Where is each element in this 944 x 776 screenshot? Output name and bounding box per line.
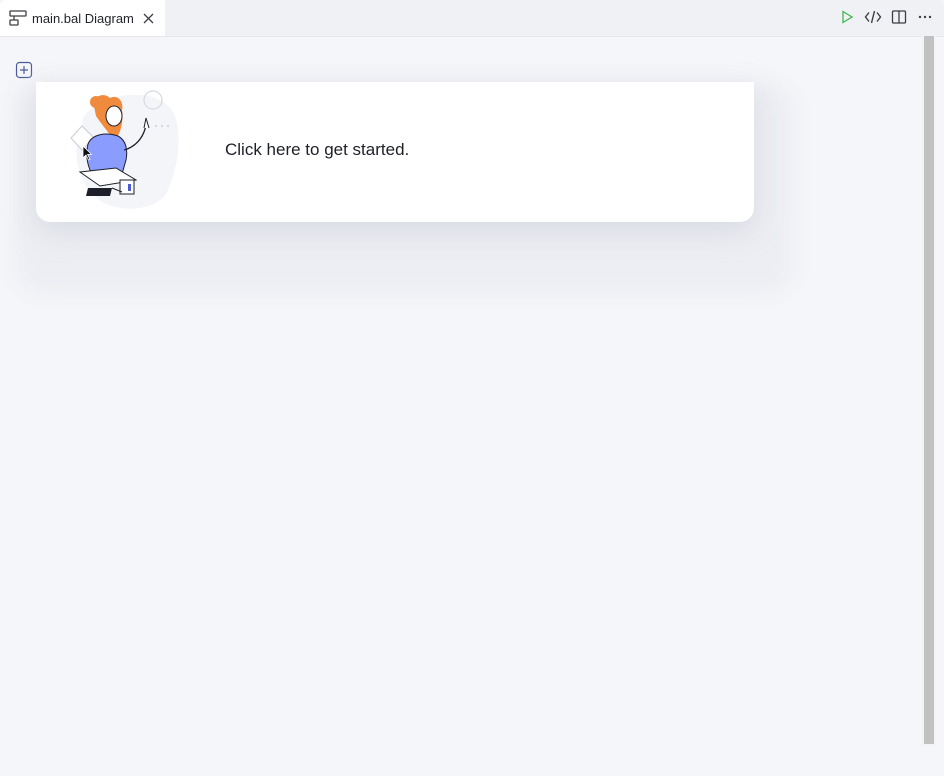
get-started-card[interactable]: Click here to get started. — [36, 82, 754, 222]
tab-label: main.bal Diagram — [32, 10, 134, 26]
tab-bar: main.bal Diagram — [0, 0, 944, 37]
close-icon[interactable] — [142, 11, 156, 25]
vertical-scrollbar-thumb[interactable] — [924, 36, 934, 744]
add-square-icon[interactable] — [15, 61, 33, 79]
more-actions-icon[interactable] — [916, 8, 934, 26]
get-started-text: Click here to get started. — [225, 140, 410, 159]
diagram-editor-window: main.bal Diagram Click here to get start… — [0, 0, 944, 776]
tab-main-bal-diagram[interactable]: main.bal Diagram — [0, 0, 165, 36]
code-icon[interactable] — [864, 8, 882, 26]
run-icon[interactable] — [838, 8, 856, 26]
mouse-cursor-icon — [82, 145, 93, 161]
diagram-icon — [9, 9, 27, 27]
editor-actions — [838, 8, 934, 26]
split-editor-icon[interactable] — [890, 8, 908, 26]
